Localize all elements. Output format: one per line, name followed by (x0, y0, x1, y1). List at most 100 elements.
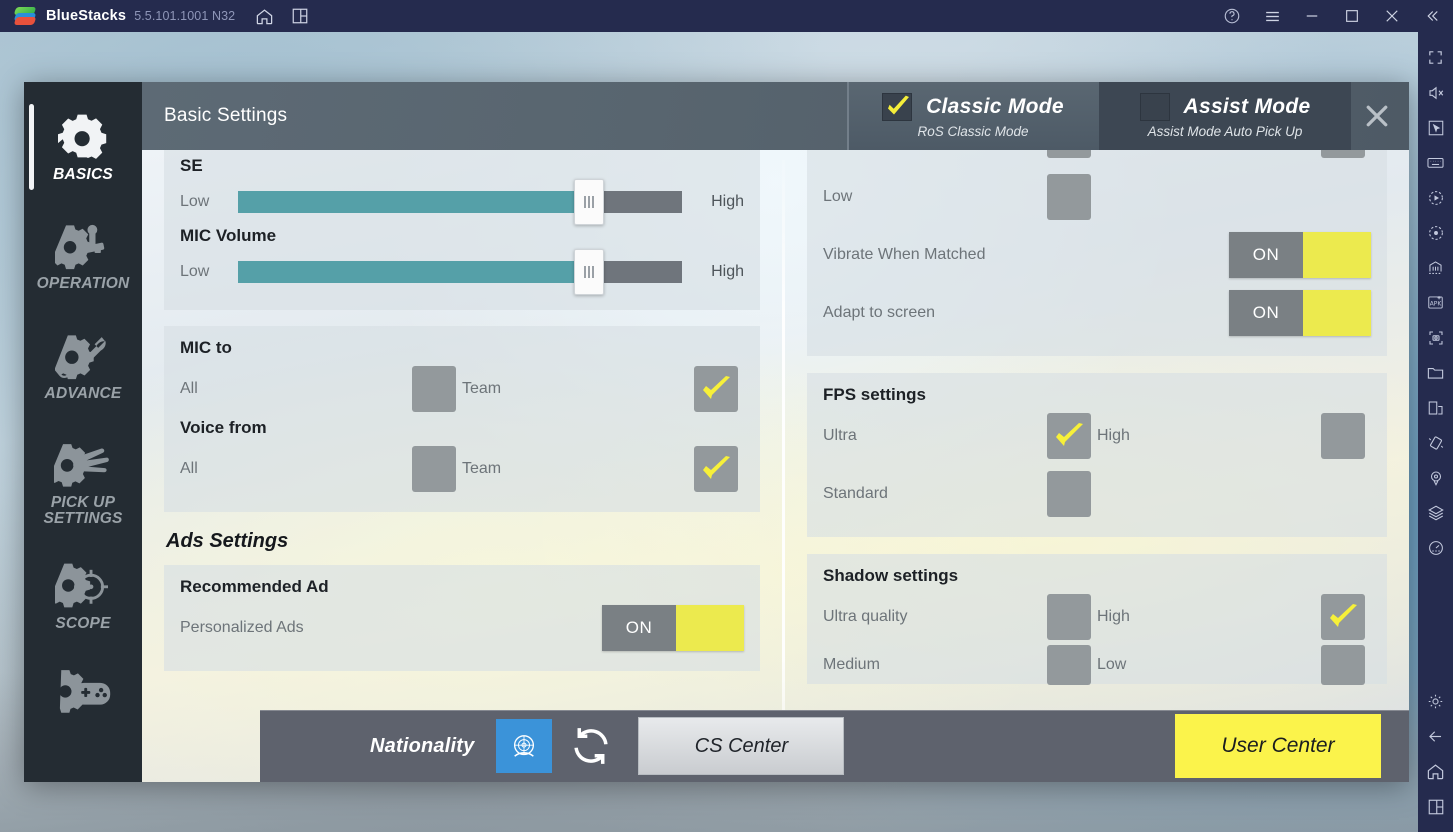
shadow-low-checkbox[interactable] (1321, 645, 1365, 685)
refresh-icon[interactable] (570, 725, 612, 767)
tab-assist-mode[interactable]: Assist Mode Assist Mode Auto Pick Up (1099, 82, 1351, 150)
user-center-button[interactable]: User Center (1175, 714, 1381, 778)
cursor-icon[interactable] (1418, 110, 1453, 145)
panel-body: SE Low High MIC Volume Low High MIC to A… (142, 150, 1409, 782)
sidebar-item-gamepad[interactable] (24, 643, 142, 727)
mic-to-team-checkbox[interactable] (694, 366, 738, 412)
home-icon[interactable] (1418, 754, 1453, 789)
sidebar-item-scope[interactable]: SCOPE (24, 537, 142, 642)
mic-to-all-checkbox[interactable] (412, 366, 456, 412)
option-label: All (180, 460, 198, 477)
media-folder-icon[interactable] (1418, 355, 1453, 390)
eco-mode-icon[interactable] (1418, 250, 1453, 285)
toggle-knob (1303, 290, 1371, 336)
classic-mode-checkbox[interactable] (882, 93, 913, 121)
personalized-ads-label: Personalized Ads (180, 619, 304, 636)
multi-instance-icon[interactable] (289, 5, 311, 27)
sidebar-item-basics[interactable]: BASICS (24, 82, 142, 193)
shadow-card: Shadow settings Ultra quality High Mediu… (807, 554, 1387, 685)
fps-ultra-checkbox[interactable] (1047, 413, 1091, 459)
fullscreen-icon[interactable] (1418, 40, 1453, 75)
adapt-row: Adapt to screen ON (823, 284, 1371, 342)
sidebar-item-advance[interactable]: ADVANCE (24, 303, 142, 412)
gear-wrench-icon (54, 329, 112, 381)
mic-slider[interactable] (238, 249, 682, 295)
mic-low-label: Low (180, 263, 210, 280)
cs-center-button[interactable]: CS Center (638, 717, 845, 775)
sidebar-item-pickup-settings[interactable]: PICK UP SETTINGS (24, 412, 142, 538)
collapse-icon[interactable] (1417, 0, 1447, 32)
app-title: BlueStacks (46, 8, 127, 24)
multi-window-icon[interactable] (1418, 390, 1453, 425)
bluestacks-logo-icon (13, 5, 37, 27)
clipped-checkbox-left[interactable] (1047, 150, 1091, 158)
layers-icon[interactable] (1418, 495, 1453, 530)
mute-icon[interactable] (1418, 75, 1453, 110)
gear-icon (54, 110, 112, 162)
location-icon[interactable] (1418, 460, 1453, 495)
close-dialog-button[interactable] (1359, 100, 1395, 132)
close-icon[interactable] (1377, 0, 1407, 32)
record-icon[interactable] (1418, 215, 1453, 250)
tab-classic-mode[interactable]: Classic Mode RoS Classic Mode (847, 82, 1099, 150)
shadow-high-checkbox[interactable] (1321, 594, 1365, 640)
sidebar-item-label: BASICS (53, 166, 113, 183)
macro-play-icon[interactable] (1418, 180, 1453, 215)
fps-settings-title: FPS settings (823, 385, 926, 404)
shadow-ultra-checkbox[interactable] (1047, 594, 1091, 640)
back-icon[interactable] (1418, 719, 1453, 754)
se-slider[interactable] (238, 179, 682, 225)
adapt-toggle[interactable]: ON (1229, 290, 1371, 336)
audio-card: SE Low High MIC Volume Low High (164, 150, 760, 310)
option-label: All (180, 380, 198, 397)
check-icon (703, 456, 730, 479)
sidebar-item-label: SCOPE (55, 615, 111, 633)
help-icon[interactable] (1217, 0, 1247, 32)
screenshot-icon[interactable] (1418, 320, 1453, 355)
voice-from-team-checkbox[interactable] (694, 446, 738, 492)
sidebar-item-operation[interactable]: OPERATION (24, 193, 142, 302)
option-label: Medium (823, 656, 880, 673)
low-checkbox[interactable] (1047, 174, 1091, 220)
un-flag-icon[interactable] (496, 719, 553, 773)
install-apk-icon[interactable]: APK (1418, 285, 1453, 320)
assist-mode-checkbox[interactable] (1139, 93, 1170, 121)
sidebar-toolbar: APK (1418, 32, 1453, 832)
option-label: Team (462, 380, 502, 397)
mode-tabs: Classic Mode RoS Classic Mode Assist Mod… (847, 82, 1351, 150)
shadow-row-1: Ultra quality High (823, 588, 1371, 646)
sidebar-item-label: OPERATION (36, 275, 130, 293)
personalized-ads-toggle[interactable]: ON (602, 605, 744, 651)
settings-panel: Basic Settings Classic Mode RoS Classic … (142, 82, 1409, 782)
voice-from-all-checkbox[interactable] (412, 446, 456, 492)
fps-standard-checkbox[interactable] (1047, 471, 1091, 517)
menu-icon[interactable] (1257, 0, 1287, 32)
fps-high-checkbox[interactable] (1321, 413, 1365, 459)
fps-row-1: Ultra High (823, 407, 1371, 465)
option-label: Standard (823, 485, 888, 502)
recents-icon[interactable] (1418, 789, 1453, 824)
toggle-state-label: ON (1252, 245, 1280, 264)
keyboard-icon[interactable] (1418, 145, 1453, 180)
minimize-icon[interactable] (1297, 0, 1327, 32)
shadow-medium-checkbox[interactable] (1047, 645, 1091, 685)
sidebar-item-label: PICK UP SETTINGS (43, 493, 123, 528)
se-slider-knob[interactable] (573, 179, 604, 225)
clipped-checkbox-right[interactable] (1321, 150, 1365, 158)
gear-scope-icon (54, 559, 112, 611)
vibrate-label: Vibrate When Matched (823, 246, 986, 263)
option-label: Team (462, 460, 502, 477)
vibrate-toggle[interactable]: ON (1229, 232, 1371, 278)
maximize-icon[interactable] (1337, 0, 1367, 32)
mic-slider-knob[interactable] (573, 249, 604, 295)
home-icon[interactable] (253, 5, 275, 27)
mic-to-title: MIC to (180, 338, 232, 357)
gear-icon[interactable] (1418, 684, 1453, 719)
gear-hand-icon (54, 438, 112, 490)
vibrate-row: Vibrate When Matched ON (823, 226, 1371, 284)
shadow-settings-title: Shadow settings (823, 566, 959, 585)
active-marker (29, 104, 34, 190)
nationality-label: Nationality (370, 734, 475, 757)
shake-icon[interactable] (1418, 425, 1453, 460)
meter-icon[interactable] (1418, 530, 1453, 565)
